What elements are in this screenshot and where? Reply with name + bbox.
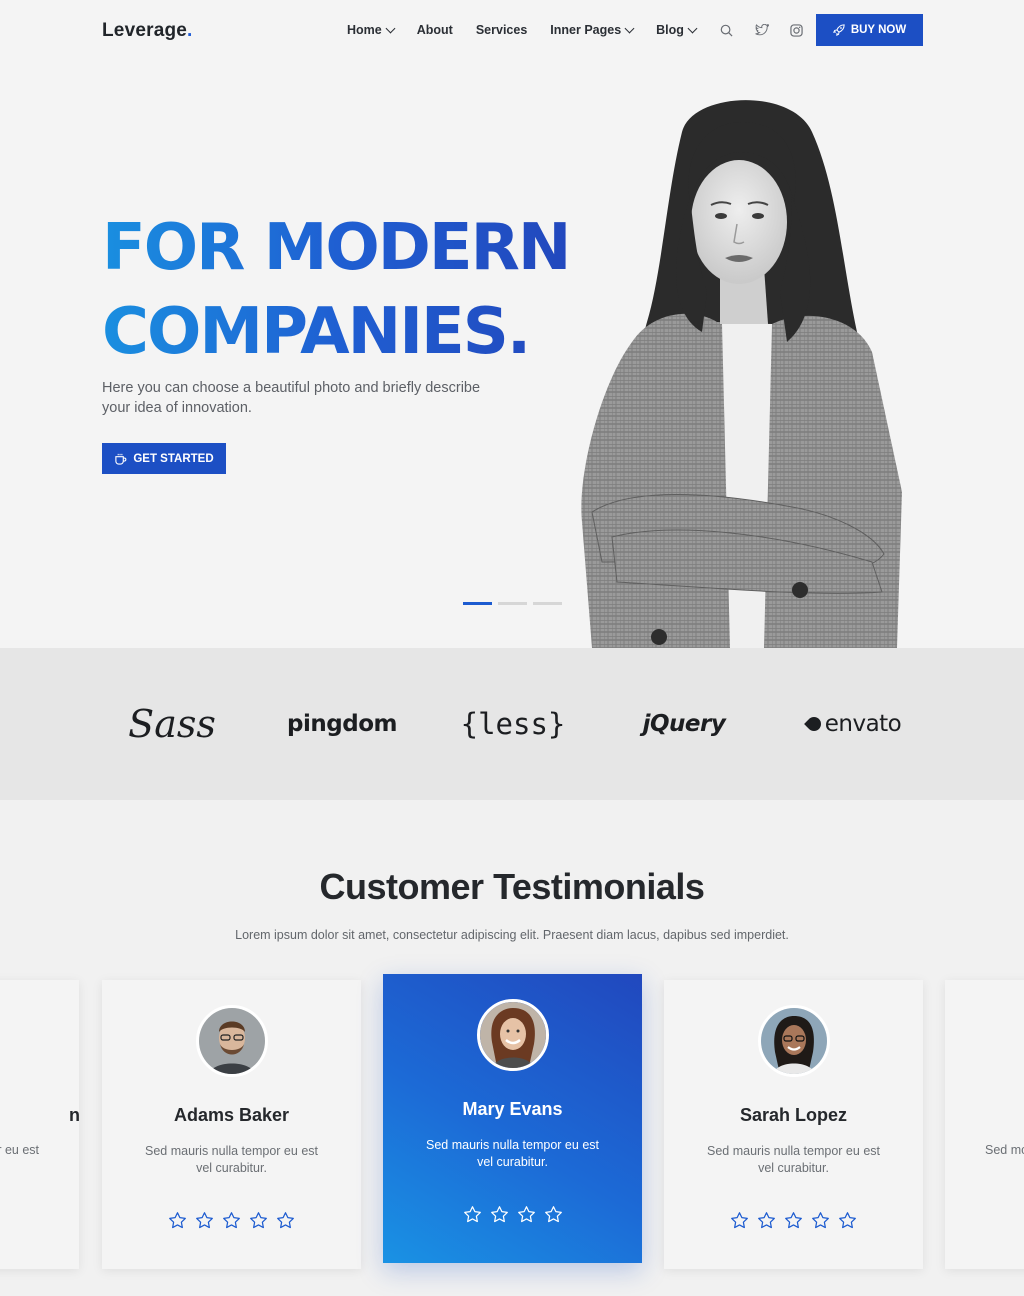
star-icon bbox=[250, 1212, 267, 1229]
site-logo[interactable]: Leverage. bbox=[102, 20, 193, 42]
nav-label-blog: Blog bbox=[656, 23, 684, 37]
testimonial-text: Sed mauris nulla tempor eu est vel curab… bbox=[706, 1144, 880, 1175]
chevron-down-icon bbox=[687, 23, 698, 33]
nav-label-services: Services bbox=[475, 23, 528, 37]
testimonial-card-sarah-lopez: Sarah Lopez Sed mauris nulla tempor eu e… bbox=[664, 980, 923, 1269]
star-icon bbox=[812, 1212, 829, 1229]
testimonial-card-adams-baker: Adams Baker Sed mauris nulla tempor eu e… bbox=[102, 980, 361, 1269]
rocket-icon bbox=[832, 24, 845, 36]
brand-logo-less: {less} bbox=[460, 707, 566, 741]
brand-logos-band: Sass pingdom {less} jQuery envato bbox=[0, 648, 1024, 800]
slider-indicators bbox=[463, 602, 568, 605]
slide-indicator-3[interactable] bbox=[533, 602, 562, 605]
buy-now-button[interactable]: BUY NOW bbox=[816, 14, 923, 46]
twitter-icon[interactable] bbox=[754, 22, 770, 38]
coffee-cup-icon bbox=[115, 453, 127, 465]
nav-item-home[interactable]: Home bbox=[347, 23, 396, 37]
rating-stars bbox=[664, 1211, 923, 1230]
chevron-down-icon bbox=[385, 23, 396, 33]
star-icon bbox=[544, 1206, 562, 1223]
testimonials-subtitle: Lorem ipsum dolor sit amet, consectetur … bbox=[235, 928, 789, 942]
star-icon bbox=[785, 1212, 802, 1229]
testimonial-name-fragment: n bbox=[69, 1105, 80, 1125]
star-icon bbox=[277, 1212, 294, 1229]
testimonial-text: Sed mauris nulla tempor eu est vel curab… bbox=[425, 1138, 599, 1169]
brand-logo-sass: Sass bbox=[128, 702, 216, 746]
nav-label-inner-pages: Inner Pages bbox=[550, 23, 622, 37]
nav-item-services[interactable]: Services bbox=[476, 23, 527, 37]
buy-now-label: BUY NOW bbox=[850, 24, 907, 36]
get-started-button[interactable]: GET STARTED bbox=[102, 443, 226, 474]
hero-title-line-1: FOR MODERN bbox=[102, 211, 570, 285]
avatar bbox=[477, 999, 549, 1071]
get-started-label: GET STARTED bbox=[133, 452, 214, 465]
site-header: Leverage. Home About Services Inner Page… bbox=[0, 0, 1024, 62]
nav-item-about[interactable]: About bbox=[417, 23, 453, 37]
star-icon bbox=[490, 1206, 508, 1223]
testimonial-text-fragment: r eu est bbox=[0, 1143, 39, 1157]
hero-title-line-2: COMPANIES. bbox=[102, 295, 530, 369]
star-icon bbox=[196, 1212, 213, 1229]
hero-title: FOR MODERN COMPANIES. bbox=[102, 206, 569, 374]
brand-logo-jquery: jQuery bbox=[642, 711, 726, 737]
brand-logo-envato-text: envato bbox=[824, 711, 902, 737]
testimonials-title: Customer Testimonials bbox=[319, 866, 705, 907]
star-icon bbox=[758, 1212, 775, 1229]
logo-text: Leverage bbox=[102, 20, 188, 41]
testimonial-name: Sarah Lopez bbox=[739, 1105, 848, 1125]
hero-description: Here you can choose a beautiful photo an… bbox=[102, 380, 481, 416]
testimonial-card-partial-right: Sed mc bbox=[945, 980, 1024, 1269]
nav-item-inner-pages[interactable]: Inner Pages bbox=[550, 23, 635, 37]
logo-dot: . bbox=[187, 20, 193, 41]
main-nav: Home About Services Inner Pages Blog bbox=[347, 22, 824, 38]
star-icon bbox=[731, 1212, 748, 1229]
star-icon bbox=[839, 1212, 856, 1229]
star-icon bbox=[463, 1206, 481, 1223]
chevron-down-icon bbox=[624, 23, 635, 33]
nav-label-home: Home bbox=[347, 23, 382, 37]
instagram-icon[interactable] bbox=[789, 22, 805, 38]
hero-photo-woman bbox=[581, 100, 902, 648]
brand-logo-envato: envato bbox=[802, 700, 906, 748]
nav-label-about: About bbox=[416, 23, 453, 37]
star-icon bbox=[517, 1206, 535, 1223]
rating-stars bbox=[102, 1211, 361, 1230]
testimonial-name: Mary Evans bbox=[462, 1099, 563, 1119]
star-icon bbox=[223, 1212, 240, 1229]
slide-indicator-1[interactable] bbox=[463, 602, 492, 605]
testimonial-text: Sed mauris nulla tempor eu est vel curab… bbox=[144, 1144, 318, 1175]
star-icon bbox=[169, 1212, 186, 1229]
testimonial-text-fragment: Sed mc bbox=[985, 1143, 1024, 1157]
avatar bbox=[196, 1005, 268, 1077]
testimonials-section: Customer Testimonials Lorem ipsum dolor … bbox=[0, 800, 1024, 1296]
slide-indicator-2[interactable] bbox=[498, 602, 527, 605]
nav-item-blog[interactable]: Blog bbox=[656, 23, 698, 37]
testimonial-name: Adams Baker bbox=[173, 1105, 290, 1125]
testimonial-card-partial-left: n r eu est bbox=[0, 980, 80, 1269]
avatar bbox=[758, 1005, 830, 1077]
testimonial-card-mary-evans: Mary Evans Sed mauris nulla tempor eu es… bbox=[383, 974, 642, 1263]
hero-section: FOR MODERN COMPANIES. Here you can choos… bbox=[0, 62, 1024, 648]
rating-stars bbox=[383, 1205, 642, 1224]
search-icon[interactable] bbox=[719, 22, 735, 38]
brand-logo-pingdom: pingdom bbox=[287, 711, 397, 737]
envato-leaf-icon bbox=[803, 714, 824, 734]
